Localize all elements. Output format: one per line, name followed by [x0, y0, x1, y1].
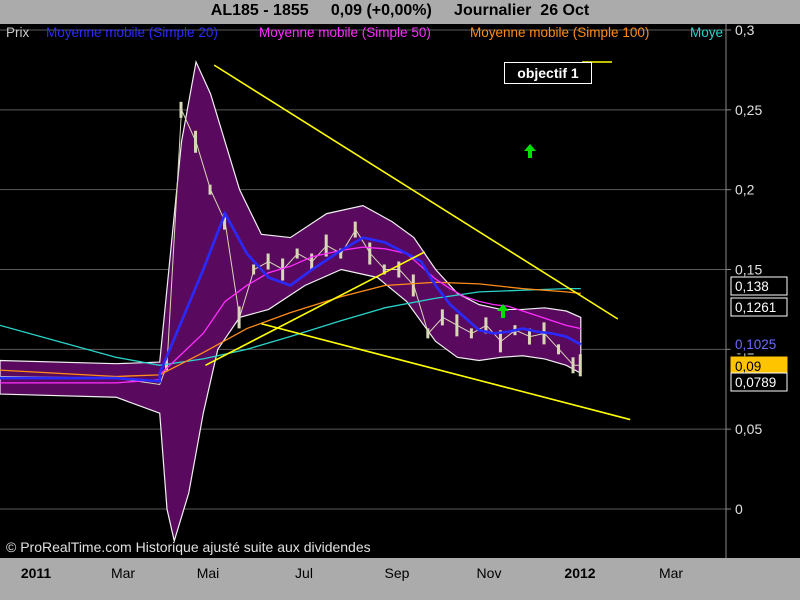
price-tag: 0,09: [730, 356, 788, 376]
price-bar: [440, 309, 444, 326]
x-tick-label: Nov: [477, 565, 502, 581]
price-bar: [194, 130, 198, 153]
y-tick-label: 0,3: [735, 22, 755, 38]
price-bar: [368, 242, 372, 265]
y-tick-label: 0,2: [735, 182, 755, 198]
price-tag: 0,1261: [730, 297, 788, 317]
legend-item: Moye: [690, 25, 724, 40]
y-tick-label: 0: [735, 501, 743, 517]
price-tag-label: 0,1261: [735, 300, 776, 315]
x-tick-label: Mar: [111, 565, 135, 581]
x-tick-label: 2011: [21, 565, 52, 581]
price-bar: [578, 354, 582, 377]
price-bar: [469, 328, 473, 339]
price-bar: [426, 328, 430, 339]
price-tag-label: 0,0789: [735, 375, 776, 390]
price-bar: [411, 274, 415, 297]
price-envelope: [0, 59, 582, 544]
y-tick-label: 0,05: [735, 421, 762, 437]
legend-item: Moyenne mobile (Simple 20): [46, 25, 218, 40]
x-tick-label: Mai: [197, 565, 220, 581]
x-axis: 2011 Mar Mai Jul Sep Nov 2012 Mar: [21, 565, 684, 581]
x-tick-label: Sep: [385, 565, 410, 581]
price-bar: [252, 264, 256, 275]
price-tag: 0,1025: [730, 334, 788, 354]
price-bar: [295, 248, 299, 259]
price-bar: [571, 357, 575, 374]
y-tick-label: 0,25: [735, 102, 762, 118]
price-bar: [455, 314, 459, 337]
price-tag: 0,138: [730, 276, 788, 296]
x-tick-label: Mar: [659, 565, 683, 581]
copyright-text: © ProRealTime.com Historique ajusté suit…: [6, 539, 371, 555]
price-bar: [266, 253, 270, 270]
price-tag-label: 0,138: [735, 279, 769, 294]
price-bar: [557, 344, 561, 355]
price-bar: [208, 184, 212, 195]
price-tag-label: 0,1025: [735, 337, 776, 352]
price-bar: [310, 253, 314, 270]
legend-item: Prix: [6, 25, 30, 40]
price-chart[interactable]: 0,30,250,20,150,10,050 2011MarMaiJulSepN…: [0, 0, 800, 600]
legend-item: Moyenne mobile (Simple 50): [259, 25, 431, 40]
envelope-band: [0, 59, 582, 544]
objectif-1-label: objectif 1: [504, 62, 592, 84]
price-bar: [179, 101, 183, 118]
price-tag: 0,0789: [730, 372, 788, 392]
x-tick-label: Jul: [295, 565, 313, 581]
price-bar: [237, 306, 241, 329]
green-arrow-up-icon: [524, 144, 536, 158]
legend-item: Moyenne mobile (Simple 100): [470, 25, 650, 40]
objectif-1-text: objectif 1: [517, 65, 579, 81]
copyright-note: © ProRealTime.com Historique ajusté suit…: [6, 539, 371, 555]
y-tick-label: 0,15: [735, 262, 762, 278]
price-bar: [353, 221, 357, 238]
price-tag-label: 0,09: [735, 359, 761, 374]
x-tick-label: 2012: [564, 565, 595, 581]
